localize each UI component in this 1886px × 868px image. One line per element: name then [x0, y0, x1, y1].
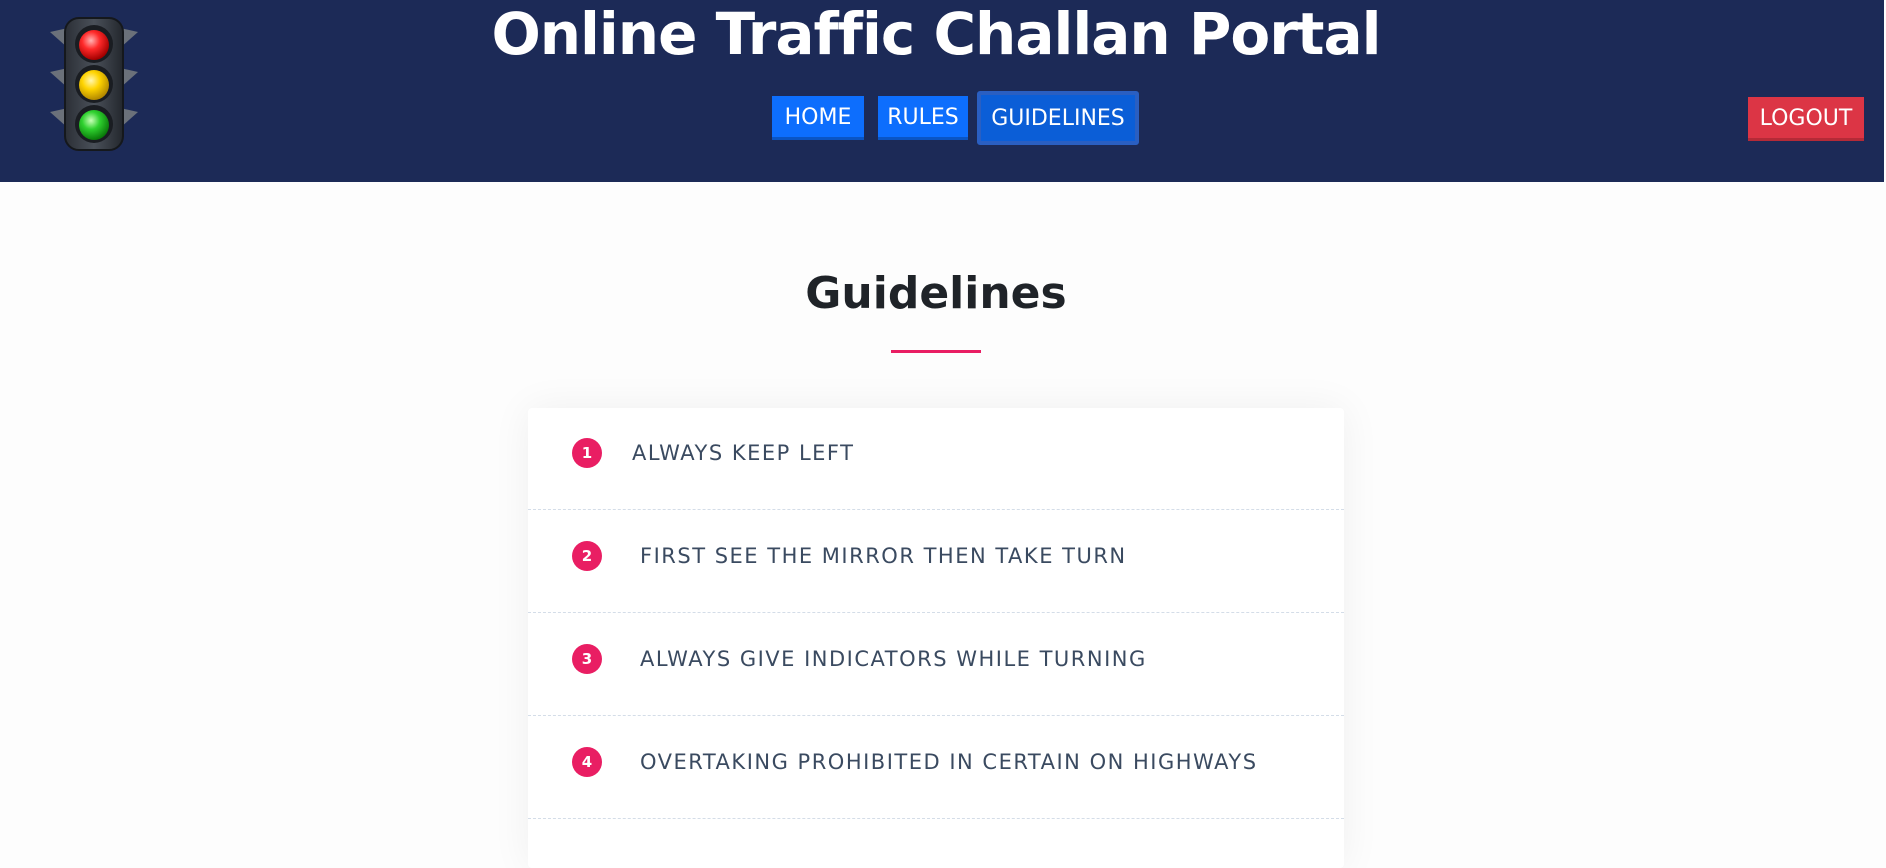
title-underline [891, 350, 981, 353]
guideline-number-badge: 2 [572, 541, 602, 571]
guideline-item: 3 ALWAYS GIVE INDICATORS WHILE TURNING [528, 614, 1344, 716]
site-header: Online Traffic Challan Portal HOME RULES… [0, 0, 1884, 182]
guideline-number-badge: 3 [572, 644, 602, 674]
nav-rules-button[interactable]: RULES [878, 96, 968, 140]
guideline-number-badge: 4 [572, 747, 602, 777]
nav-home-button[interactable]: HOME [772, 96, 864, 140]
guideline-text: ALWAYS GIVE INDICATORS WHILE TURNING [640, 647, 1147, 671]
page-title: Guidelines [805, 268, 1067, 319]
guideline-item: 4 OVERTAKING PROHIBITED IN CERTAIN ON HI… [528, 717, 1344, 819]
guideline-text: ALWAYS KEEP LEFT [632, 441, 855, 465]
guideline-text: OVERTAKING PROHIBITED IN CERTAIN ON HIGH… [640, 750, 1258, 774]
guideline-number-badge: 1 [572, 438, 602, 468]
site-title: Online Traffic Challan Portal [491, 0, 1381, 68]
nav-guidelines-button[interactable]: GUIDELINES [977, 91, 1139, 145]
guideline-item: 2 FIRST SEE THE MIRROR THEN TAKE TURN [528, 511, 1344, 613]
logout-button[interactable]: LOGOUT [1748, 97, 1864, 141]
guideline-item: 1 ALWAYS KEEP LEFT [528, 408, 1344, 510]
guideline-text: FIRST SEE THE MIRROR THEN TAKE TURN [640, 544, 1127, 568]
guidelines-card: 1 ALWAYS KEEP LEFT 2 FIRST SEE THE MIRRO… [528, 408, 1344, 868]
